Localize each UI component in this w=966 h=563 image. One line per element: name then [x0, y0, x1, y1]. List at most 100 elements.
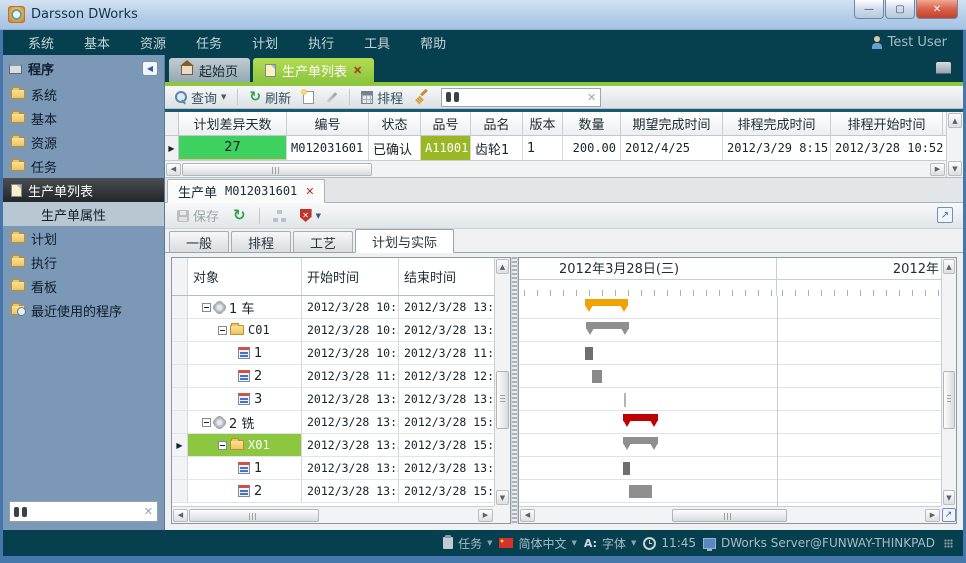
grid-vertical-scrollbar[interactable]: ▲ ▼	[946, 112, 963, 177]
tree-row-task[interactable]: 1 2012/3/28 10:52 2012/3/28 11:22	[172, 342, 494, 365]
col-header-start-time[interactable]: 开始时间	[302, 258, 399, 295]
gantt-vertical-scrollbar[interactable]: ▲ ▼	[941, 258, 956, 506]
scroll-left-icon[interactable]: ◀	[166, 163, 181, 176]
scroll-up-icon[interactable]: ▲	[496, 259, 509, 274]
menu-system[interactable]: 系统	[13, 33, 69, 52]
tree-row-task[interactable]: 2 2012/3/28 11:22 2012/3/28 12:00	[172, 365, 494, 388]
tab-production-order-list[interactable]: 生产单列表 ✕	[253, 58, 374, 82]
tab-start-page[interactable]: 起始页	[169, 58, 250, 82]
scroll-thumb[interactable]	[672, 509, 787, 522]
tree-collapse-icon[interactable]	[202, 418, 211, 427]
doc-tab-close-icon[interactable]: ✕	[305, 185, 314, 198]
save-button[interactable]: 保存	[173, 206, 223, 226]
tab-close-icon[interactable]: ✕	[353, 64, 362, 77]
sidebar-item-task[interactable]: 任务	[3, 154, 164, 178]
status-task-selector[interactable]: 任务 ▼	[443, 535, 492, 552]
grid-horizontal-scrollbar[interactable]: ◀ ▶	[165, 160, 946, 177]
close-button[interactable]: ✕	[916, 0, 958, 19]
sidebar-item-resource[interactable]: 资源	[3, 130, 164, 154]
tree-row-task[interactable]: 2 2012/3/28 13:50 2012/3/28 15:30	[172, 480, 494, 503]
float-panel-icon[interactable]	[936, 62, 951, 73]
chevron-down-icon[interactable]: ▼	[316, 212, 321, 220]
tab-plan-vs-actual[interactable]: 计划与实际	[355, 229, 454, 253]
refresh-button[interactable]: ↻ 刷新	[245, 87, 295, 107]
gantt-bar-task[interactable]	[629, 485, 652, 498]
chevron-down-icon[interactable]: ▼	[631, 539, 636, 547]
validate-button[interactable]: ✕ ▼	[296, 206, 325, 226]
query-button[interactable]: 查询 ▼	[171, 87, 230, 107]
sidebar-item-production-order-props[interactable]: 生产单属性	[3, 202, 164, 226]
tab-general[interactable]: 一般	[169, 231, 229, 252]
col-header-sched-start[interactable]: 排程开始时间	[831, 112, 943, 135]
resize-grip[interactable]	[944, 539, 953, 548]
tree-collapse-icon[interactable]	[218, 441, 227, 450]
gantt-horizontal-scrollbar[interactable]: ◀ ▶	[519, 506, 941, 523]
scroll-up-icon[interactable]: ▲	[948, 113, 962, 128]
refresh-doc-button[interactable]: ↻	[229, 206, 250, 226]
col-header-sched-finish[interactable]: 排程完成时间	[723, 112, 831, 135]
gantt-bar-summary[interactable]	[586, 322, 629, 329]
pane-splitter[interactable]	[511, 257, 518, 524]
chevron-down-icon[interactable]: ▼	[487, 539, 492, 547]
user-indicator[interactable]: Test User	[871, 35, 953, 50]
scroll-down-icon[interactable]: ▼	[948, 161, 962, 176]
col-header-end-time[interactable]: 结束时间	[399, 258, 494, 295]
scroll-down-icon[interactable]: ▼	[496, 490, 509, 505]
sidebar-item-kanban[interactable]: 看板	[3, 274, 164, 298]
tree-row-machine-group-2[interactable]: 2 铣 2012/3/28 13:30 2012/3/28 15:40	[172, 411, 494, 434]
col-header-status[interactable]: 状态	[369, 112, 421, 135]
chevron-down-icon[interactable]: ▼	[572, 539, 577, 547]
sidebar-item-plan[interactable]: 计划	[3, 226, 164, 250]
gantt-bar-summary[interactable]	[623, 414, 658, 421]
gantt-bar-summary[interactable]	[585, 299, 628, 306]
sidebar-item-execute[interactable]: 执行	[3, 250, 164, 274]
sidebar-item-system[interactable]: 系统	[3, 82, 164, 106]
gantt-bar-task[interactable]	[592, 370, 602, 383]
scroll-thumb[interactable]	[182, 163, 372, 176]
menu-execute[interactable]: 执行	[293, 33, 349, 52]
new-button[interactable]	[299, 87, 318, 107]
sidebar-search-clear-icon[interactable]: ✕	[144, 505, 153, 518]
tree-row-machine-x01-selected[interactable]: ▶ X01 2012/3/28 13:30 2012/3/28 15:40	[172, 434, 494, 457]
gantt-bar-task[interactable]	[623, 462, 630, 475]
tab-schedule[interactable]: 排程	[231, 231, 291, 252]
tree-row-machine-c01[interactable]: C01 2012/3/28 10:52 2012/3/28 13:40	[172, 319, 494, 342]
gantt-bar-task[interactable]	[585, 347, 593, 360]
tree-row-machine-group-1[interactable]: 1 车 2012/3/28 10:52 2012/3/28 13:40	[172, 296, 494, 319]
menu-plan[interactable]: 计划	[237, 33, 293, 52]
toolbar-search-input[interactable]	[463, 90, 587, 104]
sidebar-item-production-order-list[interactable]: 生产单列表	[3, 178, 164, 202]
gantt-bar-line[interactable]	[624, 393, 626, 407]
col-header-item-no[interactable]: 品号	[421, 112, 471, 135]
sidebar-item-basic[interactable]: 基本	[3, 106, 164, 130]
schedule-button[interactable]: 排程	[357, 87, 407, 107]
col-header-item-name[interactable]: 品名	[471, 112, 523, 135]
minimize-button[interactable]: —	[854, 0, 884, 19]
menu-tools[interactable]: 工具	[349, 33, 405, 52]
col-header-version[interactable]: 版本	[523, 112, 563, 135]
open-external-button[interactable]: ↗	[937, 207, 953, 223]
col-header-plan-diff-days[interactable]: 计划差异天数	[179, 112, 287, 135]
scroll-down-icon[interactable]: ▼	[943, 490, 955, 505]
maximize-button[interactable]: ▢	[885, 0, 915, 19]
sidebar-search-input[interactable]	[31, 505, 144, 519]
table-vertical-scrollbar[interactable]: ▲ ▼	[494, 258, 510, 506]
tree-collapse-icon[interactable]	[202, 303, 211, 312]
scroll-right-icon[interactable]: ▶	[478, 509, 493, 522]
tab-process[interactable]: 工艺	[293, 231, 353, 252]
scroll-thumb[interactable]	[189, 509, 319, 522]
col-header-object[interactable]: 对象	[188, 258, 302, 295]
scroll-right-icon[interactable]: ▶	[930, 163, 945, 176]
gantt-popout-button[interactable]: ↗	[942, 508, 956, 522]
menu-basic[interactable]: 基本	[69, 33, 125, 52]
scroll-right-icon[interactable]: ▶	[925, 509, 940, 522]
col-header-qty[interactable]: 数量	[563, 112, 621, 135]
sidebar-collapse-button[interactable]: ◀	[142, 61, 158, 76]
tree-row-task[interactable]: 3 2012/3/28 13:30 2012/3/28 13:40	[172, 388, 494, 411]
col-header-expect-finish[interactable]: 期望完成时间	[621, 112, 723, 135]
menu-task[interactable]: 任务	[181, 33, 237, 52]
tree-collapse-icon[interactable]	[218, 326, 227, 335]
scroll-left-icon[interactable]: ◀	[173, 509, 188, 522]
status-language-selector[interactable]: 简体中文 ▼	[499, 535, 576, 552]
tab-production-order-document[interactable]: 生产单 M012031601 ✕	[167, 179, 325, 203]
